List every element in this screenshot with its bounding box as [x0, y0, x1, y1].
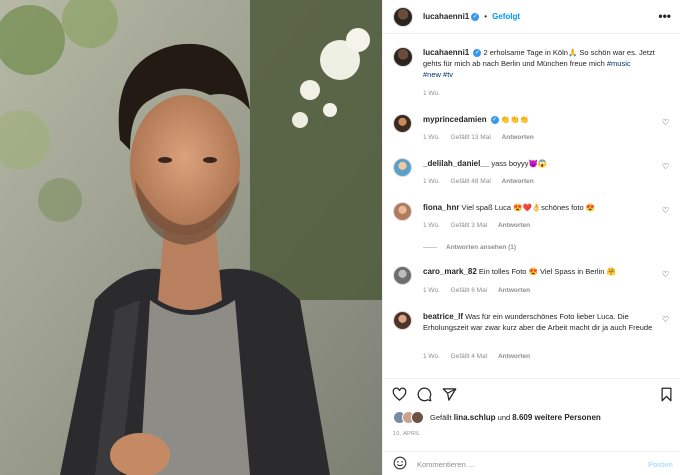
verified-badge-icon: ✓: [473, 49, 482, 58]
comment-body: 👏👏👏: [500, 115, 529, 124]
comment-meta: 1 Wo. Gefällt 48 Mal Antworten: [423, 178, 543, 185]
author-username[interactable]: lucahaenni1: [423, 12, 469, 21]
comment-meta: 1 Wo. Gefällt 3 Mal Antworten: [423, 222, 539, 229]
caption-avatar[interactable]: [393, 47, 413, 67]
comment-username[interactable]: myprincedamien: [423, 115, 487, 124]
comment-text: beatrice_lf Was für ein wunderschönes Fo…: [423, 311, 668, 333]
comment-like-heart-icon[interactable]: ♡: [662, 315, 671, 324]
comment-likes[interactable]: Gefällt 6 Mal: [451, 287, 488, 294]
likes-summary: Gefällt lina.schlup und 8.609 weitere Pe…: [393, 411, 601, 424]
post-header: lucahaenni1 ✓ • Gefolgt •••: [383, 0, 680, 34]
emoji-icon[interactable]: [393, 456, 407, 472]
heart-icon[interactable]: [392, 387, 407, 402]
post-details-panel: lucahaenni1 ✓ • Gefolgt ••• lucahaenni1 …: [382, 0, 680, 475]
comment-username[interactable]: _delilah_daniel__: [423, 159, 489, 168]
comment-like-heart-icon[interactable]: ♡: [662, 206, 671, 215]
following-button[interactable]: Gefolgt: [492, 12, 520, 21]
comment-like-heart-icon[interactable]: ♡: [662, 118, 671, 127]
author-avatar[interactable]: [393, 6, 413, 27]
post-photo-illustration: [0, 0, 382, 475]
post-actions: Gefällt lina.schlup und 8.609 weitere Pe…: [383, 378, 680, 475]
comment-input[interactable]: [417, 459, 617, 469]
comment-meta: 1 Wo. Gefällt 13 Mal Antworten: [423, 134, 543, 141]
reply-button[interactable]: Antworten: [498, 222, 530, 229]
commenter-avatar[interactable]: [393, 158, 412, 177]
likes-prefix: Gefällt: [430, 413, 452, 422]
verified-badge-icon: ✓: [490, 116, 499, 125]
comment-username[interactable]: caro_mark_82: [423, 267, 477, 276]
caption-username[interactable]: lucahaenni1: [423, 48, 469, 57]
comment-like-heart-icon[interactable]: ♡: [662, 162, 671, 171]
commenter-avatar[interactable]: [393, 266, 412, 285]
comments-list[interactable]: lucahaenni1 ✓ 2 erholsame Tage in Köln🙏 …: [383, 34, 680, 378]
comment-meta: 1 Wo. Gefällt 6 Mal Antworten: [423, 287, 539, 294]
comment-text: fiona_hnr Viel spaß Luca 😍❤️👌schönes fot…: [423, 202, 653, 213]
verified-badge-icon: ✓: [471, 12, 480, 21]
caption-text-1: 2 erholsame Tage in Köln: [483, 48, 568, 57]
view-replies-button[interactable]: Antworten ansehen (1): [423, 244, 516, 251]
comment-text: caro_mark_82 Ein tolles Foto 😍 Viel Spas…: [423, 266, 653, 277]
comment-time[interactable]: 1 Wo.: [423, 287, 440, 294]
likes-count[interactable]: 8.609 weitere Personen: [512, 413, 601, 422]
post-photo[interactable]: [0, 0, 382, 475]
header-separator: •: [484, 12, 488, 21]
comment-likes[interactable]: Gefällt 3 Mal: [451, 222, 488, 229]
comment-likes[interactable]: Gefällt 13 Mal: [451, 134, 491, 141]
comment-body: yass boyyy😈😱: [491, 159, 548, 168]
commenter-avatar[interactable]: [393, 202, 412, 221]
bookmark-icon[interactable]: [660, 387, 673, 402]
add-comment-bar: Posten: [383, 451, 680, 475]
comment-time[interactable]: 1 Wo.: [423, 178, 440, 185]
comment-body: Viel spaß Luca 😍❤️👌schönes foto 😍: [461, 203, 596, 212]
reply-button[interactable]: Antworten: [498, 287, 530, 294]
comment-icon[interactable]: [417, 387, 432, 402]
comment-time[interactable]: 1 Wo.: [423, 134, 440, 141]
liker-avatars[interactable]: [393, 411, 424, 424]
reply-button[interactable]: Antworten: [498, 353, 530, 360]
comment-likes[interactable]: Gefällt 48 Mal: [451, 178, 491, 185]
comment-meta: 1 Wo. Gefällt 4 Mal Antworten: [423, 353, 539, 360]
comment-time[interactable]: 1 Wo.: [423, 353, 440, 360]
commenter-avatar[interactable]: [393, 114, 412, 133]
comment-username[interactable]: fiona_hnr: [423, 203, 459, 212]
caption-emoji: 🙏: [567, 48, 578, 57]
reply-button[interactable]: Antworten: [502, 178, 534, 185]
reply-button[interactable]: Antworten: [502, 134, 534, 141]
post-date[interactable]: 10. APRIL: [393, 431, 420, 437]
commenter-avatar[interactable]: [393, 311, 412, 330]
post-comment-button[interactable]: Posten: [648, 460, 673, 469]
hashtag-tv[interactable]: #tv: [443, 70, 453, 79]
comment-body: Ein tolles Foto 😍 Viel Spass in Berlin 🤗: [478, 267, 616, 276]
share-icon[interactable]: [442, 387, 457, 402]
likes-middle: und: [497, 413, 511, 422]
hashtag-music[interactable]: #music: [607, 59, 631, 68]
caption-meta: 1 Wo.: [423, 90, 449, 97]
action-icons: [392, 387, 457, 402]
comment-text: _delilah_daniel__ yass boyyy😈😱: [423, 158, 653, 169]
comment-username[interactable]: beatrice_lf: [423, 312, 463, 321]
comment-text: myprincedamien ✓ 👏👏👏: [423, 114, 653, 125]
caption-text: lucahaenni1 ✓ 2 erholsame Tage in Köln🙏 …: [423, 47, 673, 80]
comment-like-heart-icon[interactable]: ♡: [662, 270, 671, 279]
caption-time[interactable]: 1 Wo.: [423, 90, 440, 97]
more-options-icon[interactable]: •••: [658, 9, 671, 23]
comment-likes[interactable]: Gefällt 4 Mal: [451, 353, 488, 360]
hashtag-new[interactable]: #new: [423, 70, 441, 79]
comment-time[interactable]: 1 Wo.: [423, 222, 440, 229]
liker-username[interactable]: lina.schlup: [454, 413, 496, 422]
